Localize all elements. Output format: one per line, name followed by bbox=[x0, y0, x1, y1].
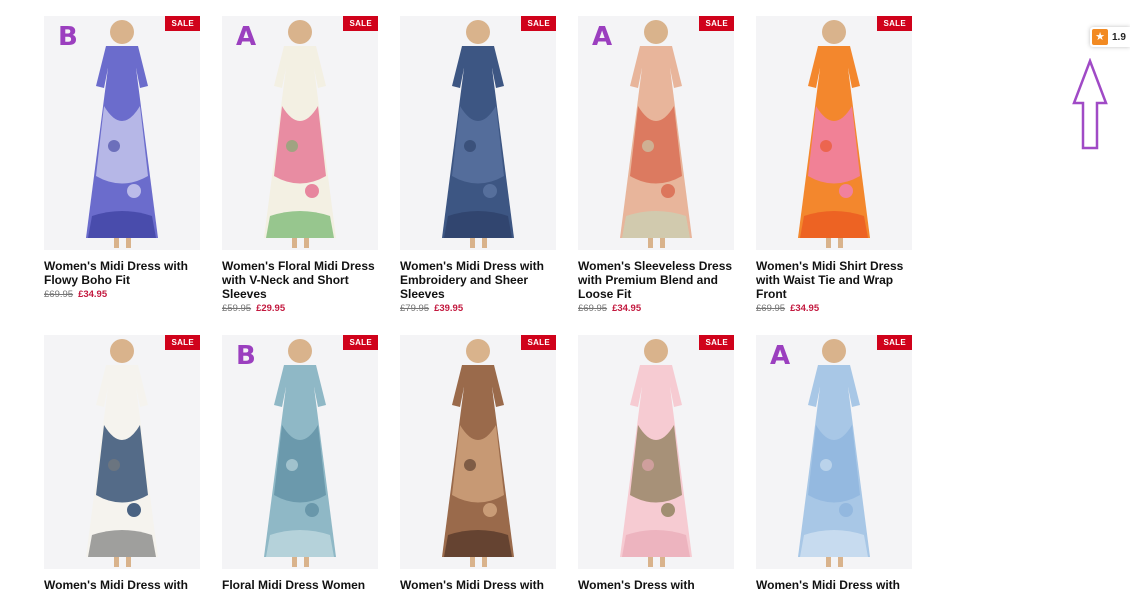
rating-value: 1.9 bbox=[1112, 31, 1126, 43]
sale-badge: SALE bbox=[699, 335, 734, 350]
product-title[interactable]: Women's Midi Dress with Embroidery and S… bbox=[400, 259, 556, 301]
product-title[interactable]: Women's Floral Midi Dress with V-Neck an… bbox=[222, 259, 378, 301]
product-title[interactable]: Women's Midi Dress with bbox=[44, 578, 200, 592]
original-price: £69.95 bbox=[578, 303, 608, 314]
star-icon: ★ bbox=[1092, 29, 1108, 45]
original-price: £59.95 bbox=[222, 303, 252, 314]
product-row: SALE B Women's Midi Dress with Flowy Boho … bbox=[44, 16, 924, 314]
product-title[interactable]: Women's Midi Dress with Flowy Boho Fit bbox=[44, 259, 200, 287]
product-card[interactable]: SALE A Women's Floral Midi Dress with V-Ne… bbox=[222, 16, 378, 314]
dress-illustration bbox=[442, 339, 514, 567]
product-card[interactable]: SALE Women's Dress with bbox=[578, 335, 734, 592]
product-title[interactable]: Women's Dress with bbox=[578, 578, 734, 592]
product-card[interactable]: SALE A Women's Midi Dress with bbox=[756, 335, 912, 592]
sale-price: £29.95 bbox=[256, 303, 286, 314]
up-arrow-icon bbox=[1072, 58, 1108, 150]
product-title[interactable]: Women's Sleeveless Dress with Premium Bl… bbox=[578, 259, 734, 301]
original-price: £69.95 bbox=[756, 303, 786, 314]
product-grid: SALE B Women's Midi Dress with Flowy Boho … bbox=[44, 16, 924, 600]
product-title[interactable]: Women's Midi Shirt Dress with Waist Tie … bbox=[756, 259, 912, 301]
dress-illustration bbox=[798, 20, 870, 248]
product-card[interactable]: SALE Women's Midi Dress with bbox=[400, 335, 556, 592]
sale-badge: SALE bbox=[521, 16, 556, 31]
variant-label: A bbox=[236, 22, 257, 52]
original-price: £79.95 bbox=[400, 303, 430, 314]
variant-label: B bbox=[58, 22, 78, 52]
variant-label: A bbox=[770, 341, 791, 371]
original-price: £69.95 bbox=[44, 289, 74, 300]
price-block: £69.95 £34.95 bbox=[578, 303, 734, 314]
dress-illustration bbox=[620, 339, 692, 567]
variant-label: A bbox=[592, 22, 613, 52]
product-card[interactable]: SALE Women's Midi Shirt Dress with Waist … bbox=[756, 16, 912, 314]
product-image[interactable]: SALE B bbox=[44, 16, 200, 250]
product-card[interactable]: SALE B Floral Midi Dress Women bbox=[222, 335, 378, 592]
sale-badge: SALE bbox=[877, 16, 912, 31]
sale-badge: SALE bbox=[699, 16, 734, 31]
product-row: SALE Women's Midi Dress with SALE B Floral … bbox=[44, 335, 924, 592]
product-image[interactable]: SALE bbox=[400, 335, 556, 569]
sale-price: £34.95 bbox=[612, 303, 642, 314]
sale-price: £34.95 bbox=[790, 303, 820, 314]
product-card[interactable]: SALE Women's Midi Dress with Embroidery a… bbox=[400, 16, 556, 314]
product-image[interactable]: SALE A bbox=[222, 16, 378, 250]
product-image[interactable]: SALE B bbox=[222, 335, 378, 569]
sale-badge: SALE bbox=[165, 335, 200, 350]
sale-price: £39.95 bbox=[434, 303, 464, 314]
product-title[interactable]: Women's Midi Dress with bbox=[400, 578, 556, 592]
dress-illustration bbox=[442, 20, 514, 248]
sale-badge: SALE bbox=[343, 16, 378, 31]
product-image[interactable]: SALE bbox=[756, 16, 912, 250]
sale-badge: SALE bbox=[165, 16, 200, 31]
price-block: £69.95 £34.95 bbox=[756, 303, 912, 314]
price-block: £59.95 £29.95 bbox=[222, 303, 378, 314]
sale-badge: SALE bbox=[343, 335, 378, 350]
product-card[interactable]: SALE B Women's Midi Dress with Flowy Boho … bbox=[44, 16, 200, 314]
sale-badge: SALE bbox=[521, 335, 556, 350]
product-image[interactable]: SALE A bbox=[578, 16, 734, 250]
price-block: £69.95 £34.95 bbox=[44, 289, 200, 300]
product-card[interactable]: SALE A Women's Sleeveless Dress with Premi… bbox=[578, 16, 734, 314]
variant-label: B bbox=[236, 341, 256, 371]
sale-badge: SALE bbox=[877, 335, 912, 350]
rating-widget[interactable]: ★ 1.9 bbox=[1090, 27, 1130, 47]
product-card[interactable]: SALE Women's Midi Dress with bbox=[44, 335, 200, 592]
product-image[interactable]: SALE bbox=[400, 16, 556, 250]
dress-illustration bbox=[86, 339, 158, 567]
product-image[interactable]: SALE bbox=[44, 335, 200, 569]
product-image[interactable]: SALE A bbox=[756, 335, 912, 569]
product-title[interactable]: Floral Midi Dress Women bbox=[222, 578, 378, 592]
sale-price: £34.95 bbox=[78, 289, 108, 300]
price-block: £79.95 £39.95 bbox=[400, 303, 556, 314]
product-image[interactable]: SALE bbox=[578, 335, 734, 569]
product-title[interactable]: Women's Midi Dress with bbox=[756, 578, 912, 592]
